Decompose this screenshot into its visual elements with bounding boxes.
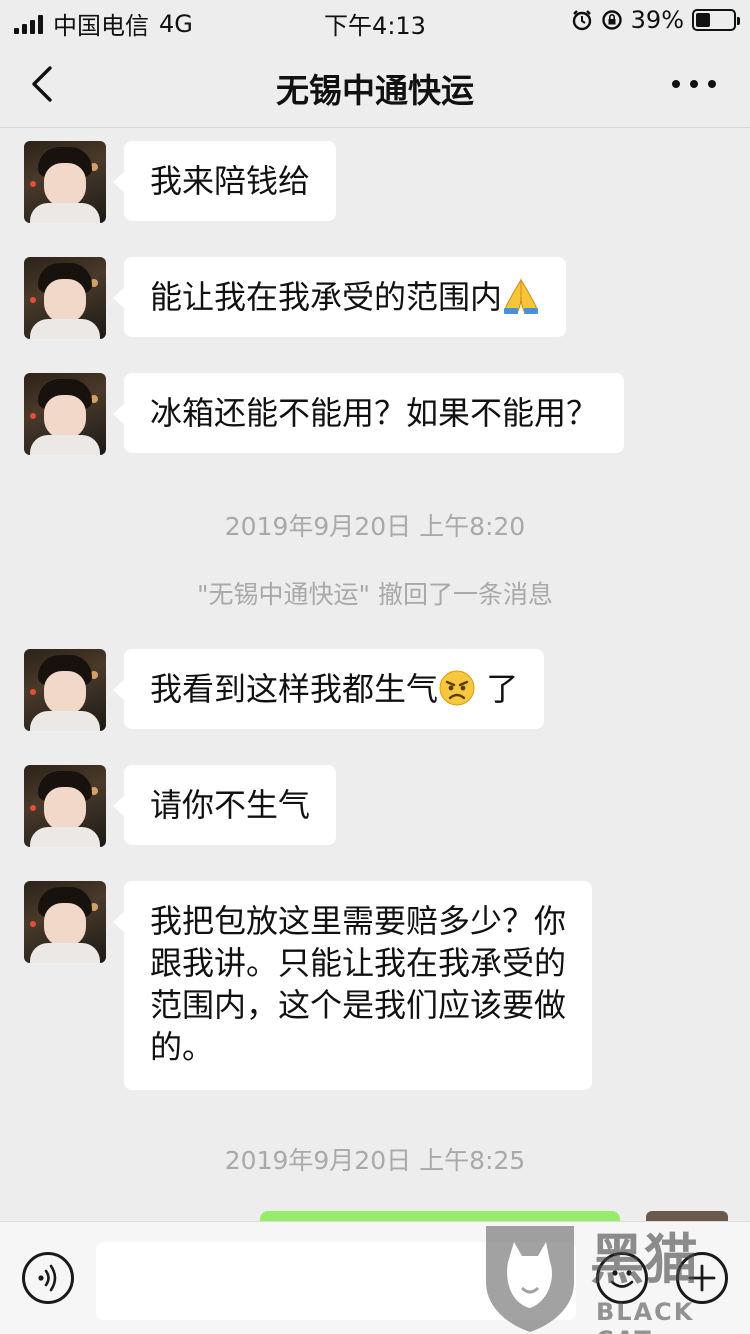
- angry-face-icon: [439, 670, 475, 706]
- message-text: 请你不生气: [150, 786, 311, 824]
- plus-button[interactable]: [676, 1252, 728, 1304]
- message-bubble[interactable]: 我看到这样我都生气 了: [112, 649, 545, 729]
- avatar[interactable]: [24, 765, 106, 847]
- input-bar: [0, 1221, 750, 1334]
- status-right: 39%: [571, 6, 740, 34]
- battery-icon: [692, 9, 740, 31]
- message-line: 的。: [150, 1028, 215, 1066]
- message-text: 我看到这样我都生气: [150, 670, 439, 708]
- recall-notice: "无锡中通快运" 撤回了一条消息: [197, 580, 553, 609]
- avatar[interactable]: [24, 257, 106, 339]
- message-bubble[interactable]: 我来陪钱给: [112, 141, 337, 221]
- message-line: 范围内，这个是我们应该要做: [150, 986, 567, 1024]
- message-text: 我来陪钱给: [150, 162, 311, 200]
- chat-screen: 中国电信 4G 下午4:13 39% 无锡中通快运 我来陪钱给 能让我在我承受的…: [0, 0, 750, 1334]
- chevron-left-icon: [32, 66, 52, 102]
- message-bubble[interactable]: 请你不生气: [112, 765, 337, 845]
- message-bubble[interactable]: 冰箱还能不能用？如果不能用？: [112, 373, 625, 453]
- timestamp: 2019年9月20日 上午8:20: [224, 512, 526, 541]
- message-text-tail: 了: [476, 670, 519, 708]
- message-line: 跟我讲。只能让我在我承受的: [150, 944, 567, 982]
- more-dots-icon: [672, 80, 716, 88]
- avatar[interactable]: [24, 141, 106, 223]
- emoji-button[interactable]: [596, 1252, 648, 1304]
- my-avatar[interactable]: [646, 1211, 728, 1221]
- avatar[interactable]: [24, 881, 106, 963]
- chat-title: 无锡中通快运: [276, 71, 474, 110]
- back-button[interactable]: [22, 62, 66, 106]
- message-bubble[interactable]: 能让我在我承受的范围内: [112, 257, 567, 337]
- message-line: 我把包放这里需要赔多少？你: [150, 902, 567, 940]
- alarm-icon: [572, 10, 591, 31]
- avatar[interactable]: [24, 649, 106, 731]
- battery-percent: 39%: [630, 6, 684, 34]
- status-bar: 中国电信 4G 下午4:13 39%: [0, 0, 750, 40]
- avatar[interactable]: [24, 373, 106, 455]
- battery-fill: [696, 13, 711, 27]
- message-text: 冰箱还能不能用？如果不能用？: [150, 394, 599, 432]
- voice-button[interactable]: [22, 1252, 74, 1304]
- voice-icon: [38, 1264, 57, 1292]
- emoji-icon: [610, 1270, 634, 1288]
- plus-icon: [688, 1264, 716, 1292]
- rotation-lock-icon: [601, 10, 622, 30]
- folded-hands-icon: [504, 278, 539, 314]
- message-bubble[interactable]: 我把包放这里需要赔多少？你 跟我讲。只能让我在我承受的 范围内，这个是我们应该要…: [112, 881, 593, 1090]
- message-list[interactable]: 我来陪钱给 能让我在我承受的范围内 冰箱还能不能用？如果不能用？ 2019年9月…: [0, 129, 750, 1221]
- message-text: 能让我在我承受的范围内: [150, 278, 503, 316]
- sent-message-bubble[interactable]: [260, 1211, 620, 1221]
- more-button[interactable]: [666, 62, 722, 106]
- timestamp: 2019年9月20日 上午8:25: [224, 1146, 526, 1175]
- message-input[interactable]: [96, 1242, 576, 1320]
- nav-bar: 无锡中通快运: [0, 40, 750, 128]
